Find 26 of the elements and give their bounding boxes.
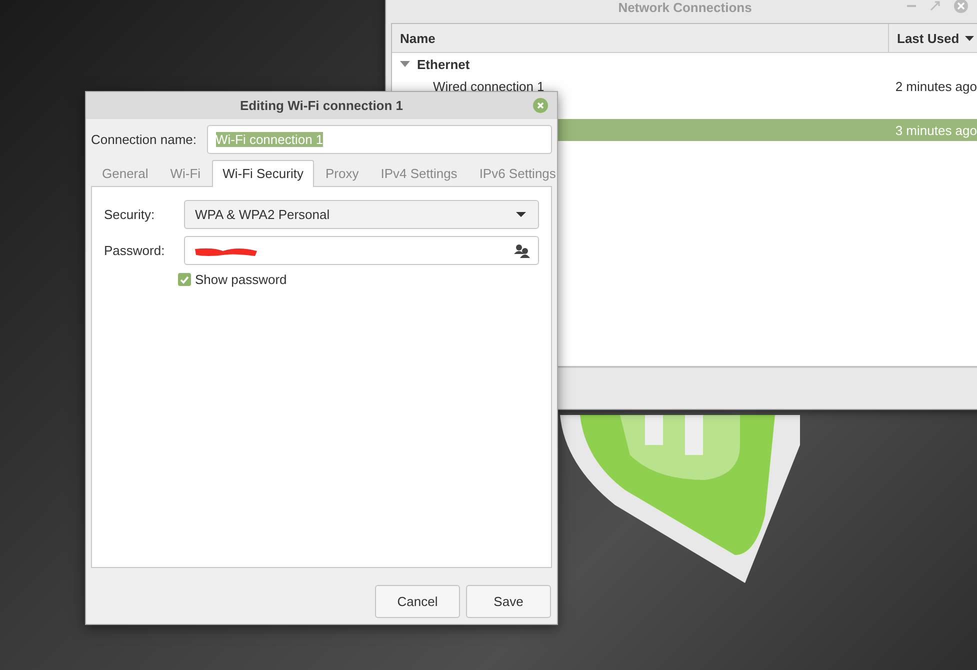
group-label: Ethernet [417, 56, 470, 72]
window-title: Network Connections [618, 0, 752, 15]
last-used-text: 3 minutes ago [895, 122, 977, 138]
close-icon[interactable] [533, 98, 548, 113]
column-header[interactable]: Last Used [888, 24, 977, 52]
users-icon[interactable] [514, 244, 530, 258]
dialog-button[interactable]: Save [466, 585, 551, 618]
tab[interactable]: Wi-Fi Security [212, 160, 314, 187]
dropdown-arrow-icon [516, 212, 526, 217]
close-icon[interactable] [954, 0, 968, 13]
field-label: Security: [104, 207, 156, 222]
last-used-text: 2 minutes ago [895, 78, 977, 94]
show-password-checkbox[interactable]: Show password [178, 272, 539, 287]
field-label: Connection name: [91, 132, 197, 147]
dialog-button[interactable]: Cancel [375, 585, 460, 618]
maximize-icon[interactable] [930, 1, 940, 11]
security-dropdown[interactable]: WPA & WPA2 Personal [184, 200, 539, 229]
sort-down-icon [965, 36, 974, 40]
connection-name: Wired connection 1 [433, 78, 544, 94]
check-icon [180, 276, 189, 284]
password-field[interactable] [184, 236, 539, 265]
column-header[interactable]: Name [392, 24, 888, 52]
dialog-title: Editing Wi-Fi connection 1 [240, 98, 404, 113]
field-label: Password: [104, 243, 166, 258]
expander-icon[interactable] [400, 61, 410, 67]
connection-row[interactable]: Wired connection 1 2 minutes ago [392, 75, 977, 97]
